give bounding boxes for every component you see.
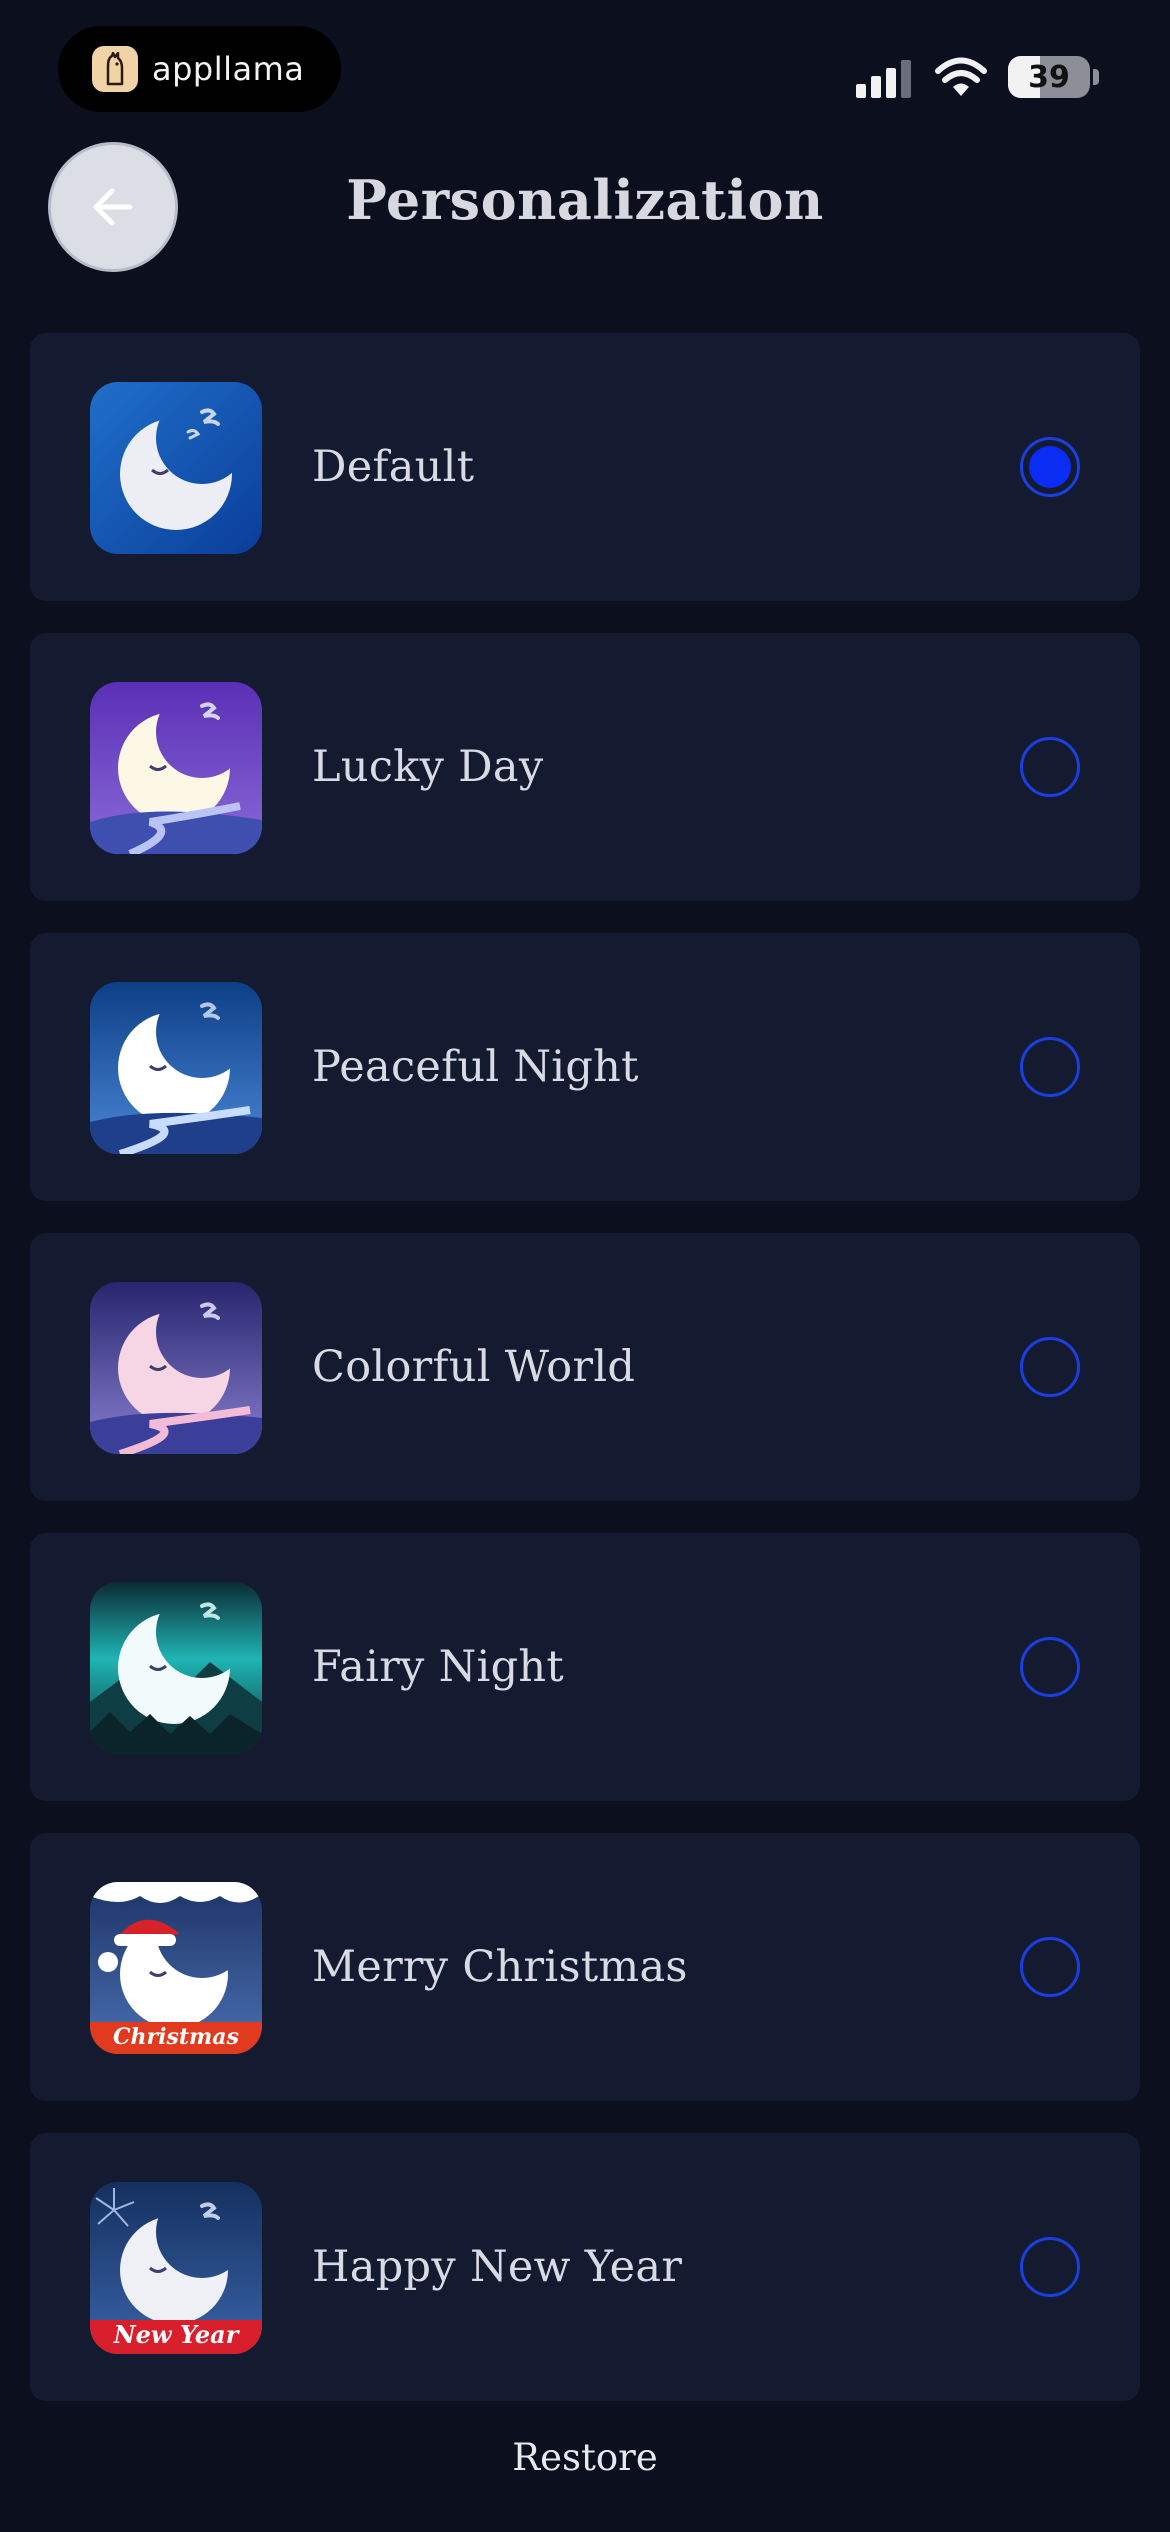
brand-name: appllama bbox=[152, 50, 305, 88]
radio-button[interactable] bbox=[1020, 2237, 1080, 2297]
moon-colorful-world-icon bbox=[90, 1282, 262, 1454]
theme-option-default[interactable]: Default bbox=[30, 333, 1140, 601]
battery-icon: 39 bbox=[1008, 56, 1090, 98]
theme-list: Default Lucky Day Peaceful Night Colorfu… bbox=[30, 333, 1140, 2433]
theme-label: Fairy Night bbox=[312, 1642, 564, 1692]
theme-option-merry-christmas[interactable]: Christmas Merry Christmas bbox=[30, 1833, 1140, 2101]
theme-option-peaceful-night[interactable]: Peaceful Night bbox=[30, 933, 1140, 1201]
wifi-icon bbox=[935, 57, 987, 96]
restore-button[interactable]: Restore bbox=[0, 2436, 1170, 2479]
theme-label: Colorful World bbox=[312, 1342, 636, 1392]
theme-label: Happy New Year bbox=[312, 2242, 683, 2292]
theme-label: Peaceful Night bbox=[312, 1042, 639, 1092]
moon-fairy-night-icon bbox=[90, 1582, 262, 1754]
radio-button[interactable] bbox=[1020, 1337, 1080, 1397]
radio-button[interactable] bbox=[1020, 737, 1080, 797]
moon-lucky-day-icon bbox=[90, 682, 262, 854]
theme-option-happy-new-year[interactable]: New Year Happy New Year bbox=[30, 2133, 1140, 2401]
moon-new-year-icon: New Year bbox=[90, 2182, 262, 2354]
moon-christmas-icon: Christmas bbox=[90, 1882, 262, 2054]
moon-peaceful-night-icon bbox=[90, 982, 262, 1154]
moon-default-icon bbox=[90, 382, 262, 554]
radio-button[interactable] bbox=[1020, 1037, 1080, 1097]
radio-button[interactable] bbox=[1020, 1637, 1080, 1697]
icon-banner-text: Christmas bbox=[113, 2024, 239, 2050]
radio-button-selected[interactable] bbox=[1020, 437, 1080, 497]
brand-pill: appllama bbox=[58, 26, 341, 112]
theme-option-fairy-night[interactable]: Fairy Night bbox=[30, 1533, 1140, 1801]
battery-nub bbox=[1093, 69, 1099, 85]
theme-label: Merry Christmas bbox=[312, 1942, 688, 1992]
status-bar: appllama 39 bbox=[0, 0, 1170, 140]
theme-label: Default bbox=[312, 442, 475, 492]
theme-label: Lucky Day bbox=[312, 742, 544, 792]
cellular-signal-icon bbox=[856, 60, 911, 98]
theme-option-lucky-day[interactable]: Lucky Day bbox=[30, 633, 1140, 901]
llama-logo-icon bbox=[92, 46, 138, 92]
radio-button[interactable] bbox=[1020, 1937, 1080, 1997]
icon-banner-text: New Year bbox=[113, 2320, 239, 2349]
battery-level: 39 bbox=[1028, 59, 1070, 95]
page-title: Personalization bbox=[346, 168, 824, 232]
theme-option-colorful-world[interactable]: Colorful World bbox=[30, 1233, 1140, 1501]
